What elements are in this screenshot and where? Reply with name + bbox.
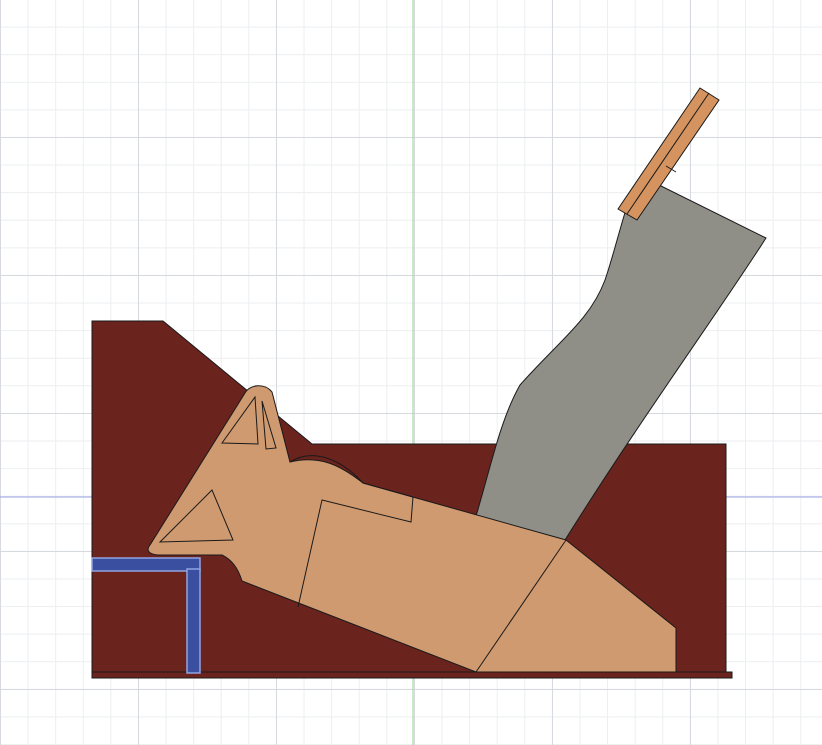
model-drawing[interactable] [0,0,822,745]
canvas-viewport[interactable] [0,0,822,745]
